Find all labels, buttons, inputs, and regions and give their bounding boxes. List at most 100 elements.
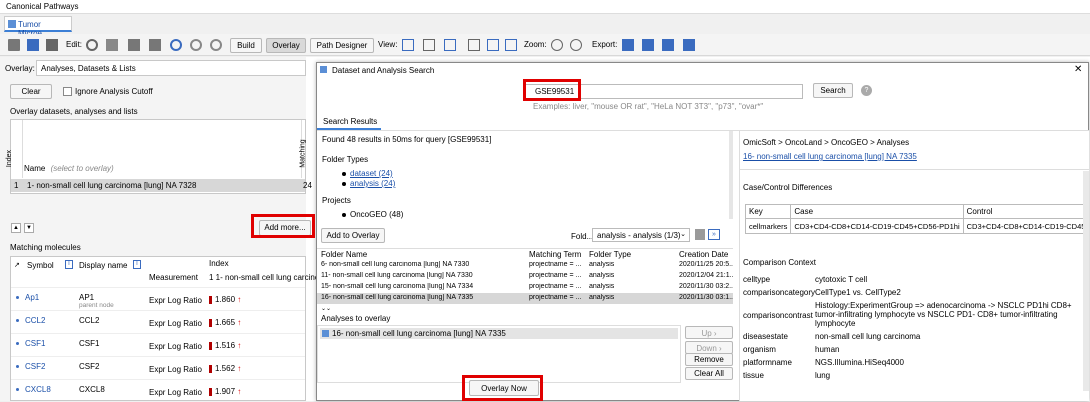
index-header[interactable]: Index [6, 120, 23, 178]
symbol-filter-icon[interactable]: T [65, 260, 73, 269]
facets-scrollbar[interactable] [729, 131, 733, 219]
measure-type: Expr Log Ratio [149, 388, 202, 397]
up-button[interactable]: Up › [685, 326, 733, 339]
document-icon[interactable] [8, 39, 20, 51]
reset-icon[interactable] [210, 39, 222, 51]
table-row[interactable]: Ap1 AP1 parent node Expr Log Ratio 1.860 ↑ [11, 287, 305, 310]
list-item[interactable]: 16- non-small cell lung carcinoma [lung]… [320, 328, 678, 339]
overlay-mode-button[interactable]: Overlay [266, 38, 306, 53]
search-input[interactable]: GSE99531 [525, 84, 803, 99]
analyses-list[interactable]: 16- non-small cell lung carcinoma [lung]… [317, 325, 681, 383]
cc-case: CD3+CD4-CD8+CD14-CD19-CD45+CD56-PD1hi [790, 218, 964, 234]
table-view-icon[interactable] [487, 39, 499, 51]
grid-cell-name: 6- non-small cell lung carcinoma [lung] … [321, 261, 470, 268]
remove-button[interactable]: Remove [685, 353, 733, 366]
results-grid: Folder Name Matching Term Folder Type Creat… [317, 248, 733, 304]
display-header[interactable]: Display name [79, 261, 127, 270]
table-row[interactable]: 1 1- non-small cell lung carcinoma [lung… [11, 179, 312, 192]
symbol-header[interactable]: Symbol [27, 261, 54, 270]
build-button[interactable]: Build [230, 38, 262, 53]
details-scrollbar[interactable] [1083, 171, 1089, 391]
row-dot-icon [16, 296, 19, 299]
grid-cell-name: 15- non-small cell lung carcinoma [lung]… [321, 283, 474, 290]
symbol-link[interactable]: Ap1 [25, 293, 39, 302]
export-table-icon[interactable] [642, 39, 654, 51]
context-key: celltype [743, 275, 771, 284]
grid-view-icon[interactable] [505, 39, 517, 51]
export-image-icon[interactable] [622, 39, 634, 51]
list-item[interactable]: analysis (24) [342, 179, 395, 189]
sort-icon[interactable]: ↗ [14, 261, 20, 269]
export-list-icon[interactable] [662, 39, 674, 51]
found-text: Found 48 results in 50ms for query [GSE9… [322, 135, 492, 144]
grid-header: Folder Name Matching Term Folder Type Creat… [317, 249, 733, 260]
symbol-link[interactable]: CXCL8 [25, 385, 51, 394]
clear-button[interactable]: Clear [10, 84, 52, 99]
refresh-icon[interactable] [86, 39, 98, 51]
grid-column-header[interactable]: Matching Term [529, 250, 589, 259]
grid-cell-term: projectname = ... [529, 261, 582, 268]
table-row[interactable]: 6- non-small cell lung carcinoma [lung] … [317, 260, 733, 271]
move-up-icon[interactable]: ▲ [11, 223, 21, 233]
display-name: CSF1 [79, 339, 100, 348]
symbol-link[interactable]: CCL2 [25, 316, 45, 325]
grid-column-header[interactable]: Creation Date [679, 250, 733, 259]
context-value: non-small cell lung carcinoma [815, 332, 921, 341]
copy-icon[interactable] [46, 39, 58, 51]
symbol-link[interactable]: CSF1 [25, 339, 45, 348]
grid-column-header[interactable]: Folder Type [589, 250, 674, 259]
up-arrow-icon: ↑ [237, 387, 242, 396]
context-row: comparisoncategory CellType1 vs. CellType… [743, 288, 1083, 297]
redo-icon[interactable] [190, 39, 202, 51]
measure-value: 1.860 ↑ [209, 295, 241, 304]
table-row[interactable]: 16- non-small cell lung carcinoma [lung]… [317, 293, 733, 304]
symbol-link[interactable]: CSF2 [25, 362, 45, 371]
paste-icon[interactable] [149, 39, 161, 51]
close-icon[interactable]: ✕ [1074, 64, 1082, 75]
print-icon[interactable] [683, 39, 695, 51]
list-item[interactable]: dataset (24) [342, 169, 395, 179]
analysis-icon [322, 330, 329, 337]
molecules-table: ↗ Symbol T Display name T Index Measurem… [10, 256, 385, 402]
table-row[interactable]: CCL2 CCL2 Expr Log Ratio 1.665 ↑ [11, 310, 305, 333]
page-prev-icon[interactable] [695, 229, 705, 240]
context-row: diseasestate non-small cell lung carcinom… [743, 332, 1083, 341]
row-dot-icon [16, 388, 19, 391]
detail-link[interactable]: 16- non-small cell lung carcinoma [lung]… [743, 152, 917, 161]
table-row[interactable]: 11- non-small cell lung carcinoma [lung]… [317, 271, 733, 282]
path-designer-button[interactable]: Path Designer [310, 38, 374, 53]
document-tab[interactable]: Tumor Microe... [4, 16, 72, 38]
folder-select[interactable]: analysis - analysis (1/3) ⌄ [592, 228, 690, 242]
table-row[interactable]: 15- non-small cell lung carcinoma [lung]… [317, 282, 733, 293]
network-icon[interactable] [444, 39, 456, 51]
name-header[interactable]: Name (select to overlay) [24, 164, 299, 173]
overlay-select[interactable]: Analyses, Datasets & Lists [36, 60, 306, 76]
tab-search-results[interactable]: Search Results [317, 114, 381, 130]
cut-icon[interactable] [106, 39, 118, 51]
table-row[interactable]: CXCL8 CXCL8 Expr Log Ratio 1.907 ↑ [11, 379, 305, 402]
zoom-out-icon[interactable] [570, 39, 582, 51]
zoom-in-icon[interactable] [551, 39, 563, 51]
collapse-icon[interactable]: ⌄⌄ [321, 305, 331, 312]
list-item[interactable]: OncoGEO (48) [342, 210, 403, 219]
add-more-button[interactable]: Add more... [259, 220, 311, 236]
search-button[interactable]: Search [813, 83, 853, 98]
import-icon[interactable] [27, 39, 39, 51]
table-row[interactable]: CSF1 CSF1 Expr Log Ratio 1.516 ↑ [11, 333, 305, 356]
ignore-cutoff-checkbox[interactable] [63, 87, 72, 96]
add-to-overlay-button[interactable]: Add to Overlay [321, 228, 385, 243]
table-row[interactable]: CSF2 CSF2 Expr Log Ratio 1.562 ↑ [11, 356, 305, 379]
undo-icon[interactable] [170, 39, 182, 51]
duplicate-icon[interactable] [128, 39, 140, 51]
grid-column-header[interactable]: Folder Name [321, 250, 531, 259]
list-view-icon[interactable] [468, 39, 480, 51]
clear-all-button[interactable]: Clear All [685, 367, 733, 380]
overlay-now-button[interactable]: Overlay Now [469, 380, 539, 396]
display-filter-icon[interactable]: T [133, 260, 141, 269]
layout-icon[interactable] [423, 39, 435, 51]
page-next-icon[interactable]: » [708, 229, 720, 240]
fit-view-icon[interactable] [402, 39, 414, 51]
help-icon[interactable]: ? [861, 85, 872, 96]
matching-header[interactable]: Matching [300, 120, 311, 178]
move-down-icon[interactable]: ▼ [24, 223, 34, 233]
